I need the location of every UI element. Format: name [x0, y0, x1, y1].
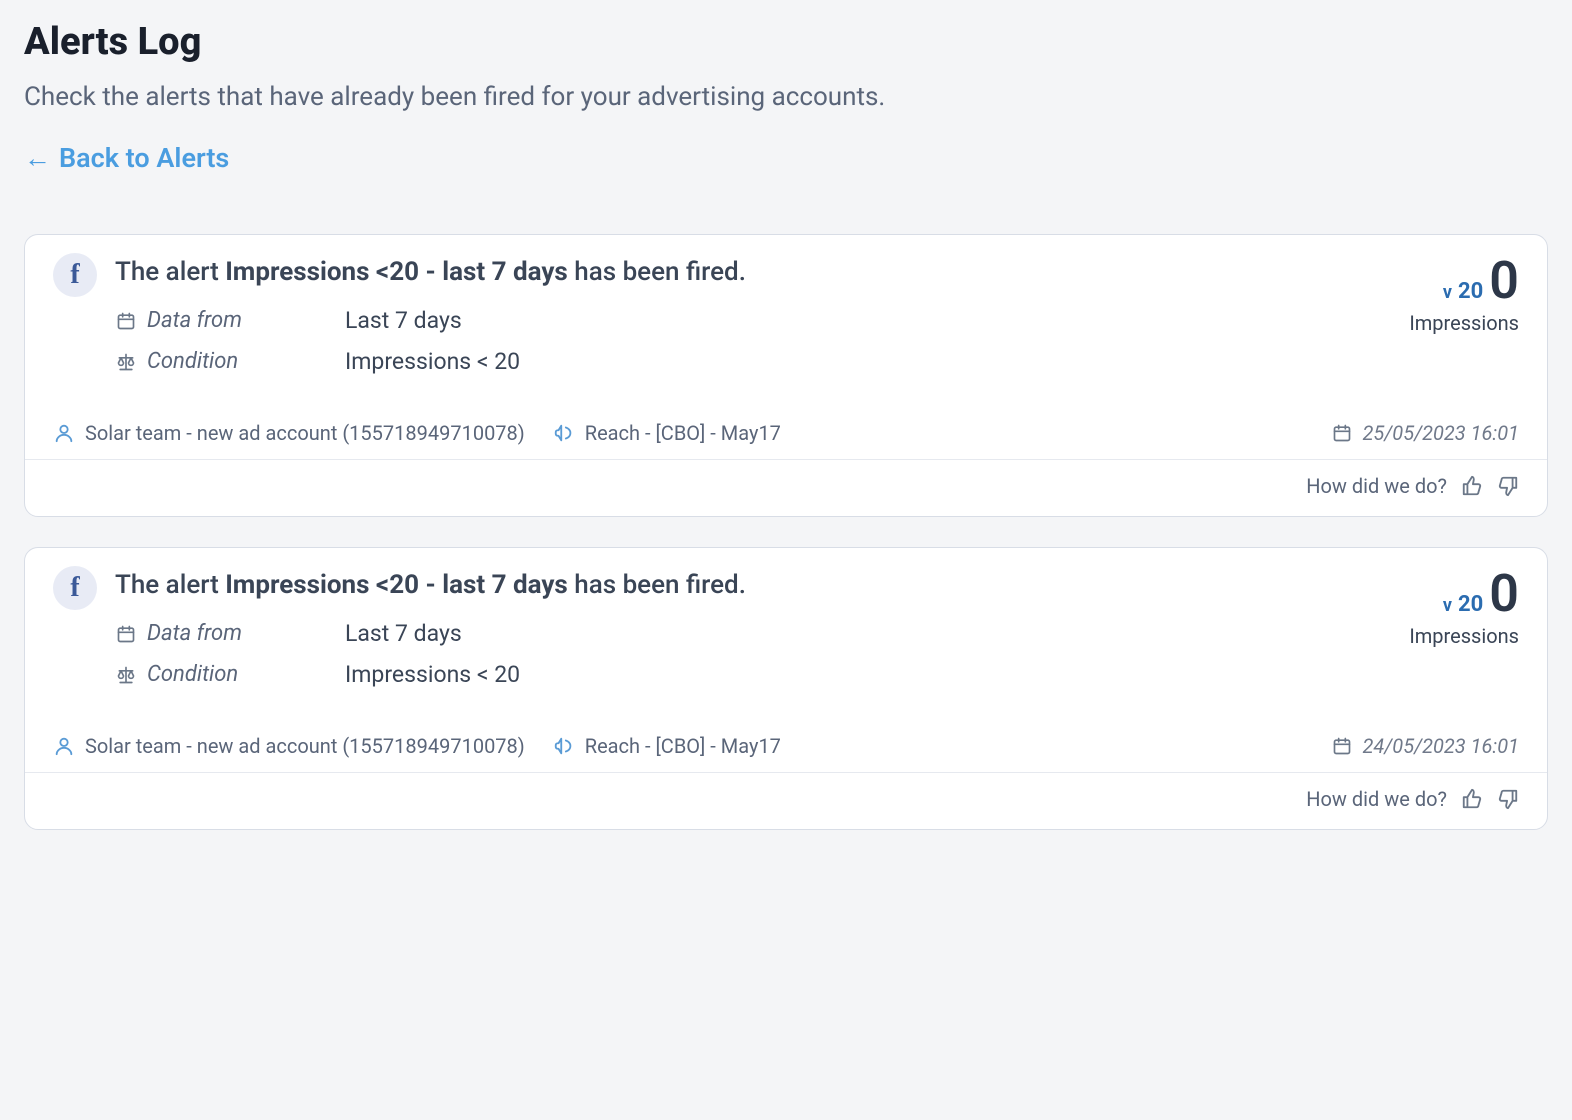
- thumbs-up-button[interactable]: [1461, 475, 1483, 497]
- calendar-icon: [1332, 423, 1352, 443]
- feedback-prompt: How did we do?: [1306, 474, 1447, 498]
- scale-icon: [115, 665, 137, 685]
- user-icon: [53, 422, 75, 444]
- page-subtitle: Check the alerts that have already been …: [24, 82, 1548, 112]
- condition-value: Impressions < 20: [345, 348, 520, 375]
- alert-card: f The alert Impressions <20 - last 7 day…: [24, 234, 1548, 517]
- campaign-info: Reach - [CBO] - May17: [553, 421, 781, 445]
- account-info: Solar team - new ad account (15571894971…: [53, 734, 525, 758]
- account-info: Solar team - new ad account (15571894971…: [53, 421, 525, 445]
- megaphone-icon: [553, 422, 575, 444]
- condition-label: Condition: [147, 349, 238, 374]
- thumbs-up-button[interactable]: [1461, 788, 1483, 810]
- calendar-icon: [115, 624, 137, 644]
- metric-value: 0: [1489, 255, 1519, 307]
- thumbs-down-icon: [1497, 788, 1519, 810]
- thumbs-down-icon: [1497, 475, 1519, 497]
- calendar-icon: [1332, 736, 1352, 756]
- thumbs-down-button[interactable]: [1497, 788, 1519, 810]
- arrow-left-icon: ←: [24, 142, 51, 174]
- data-from-label: Data from: [147, 621, 242, 646]
- calendar-icon: [115, 311, 137, 331]
- thumbs-up-icon: [1461, 475, 1483, 497]
- feedback-prompt: How did we do?: [1306, 787, 1447, 811]
- condition-label: Condition: [147, 662, 238, 687]
- metric-label: Impressions: [1369, 311, 1519, 335]
- scale-icon: [115, 352, 137, 372]
- metric-summary: v 20 0 Impressions: [1369, 253, 1519, 389]
- alert-card: f The alert Impressions <20 - last 7 day…: [24, 547, 1548, 830]
- back-link-label: Back to Alerts: [59, 142, 229, 174]
- thumbs-down-button[interactable]: [1497, 475, 1519, 497]
- page-title: Alerts Log: [24, 20, 1548, 64]
- thumbs-up-icon: [1461, 788, 1483, 810]
- timestamp: 25/05/2023 16:01: [1332, 421, 1519, 445]
- data-from-value: Last 7 days: [345, 620, 462, 647]
- alert-title: The alert Impressions <20 - last 7 days …: [115, 570, 1369, 600]
- metric-threshold: 20: [1458, 592, 1483, 617]
- metric-label: Impressions: [1369, 624, 1519, 648]
- megaphone-icon: [553, 735, 575, 757]
- facebook-icon: f: [53, 566, 97, 610]
- facebook-icon: f: [53, 253, 97, 297]
- metric-value: 0: [1489, 568, 1519, 620]
- condition-value: Impressions < 20: [345, 661, 520, 688]
- timestamp: 24/05/2023 16:01: [1332, 734, 1519, 758]
- user-icon: [53, 735, 75, 757]
- metric-summary: v 20 0 Impressions: [1369, 566, 1519, 702]
- alert-title: The alert Impressions <20 - last 7 days …: [115, 257, 1369, 287]
- back-to-alerts-link[interactable]: ← Back to Alerts: [24, 142, 229, 174]
- metric-threshold: 20: [1458, 279, 1483, 304]
- campaign-info: Reach - [CBO] - May17: [553, 734, 781, 758]
- chevron-down-icon: v: [1443, 282, 1452, 303]
- data-from-label: Data from: [147, 308, 242, 333]
- data-from-value: Last 7 days: [345, 307, 462, 334]
- chevron-down-icon: v: [1443, 595, 1452, 616]
